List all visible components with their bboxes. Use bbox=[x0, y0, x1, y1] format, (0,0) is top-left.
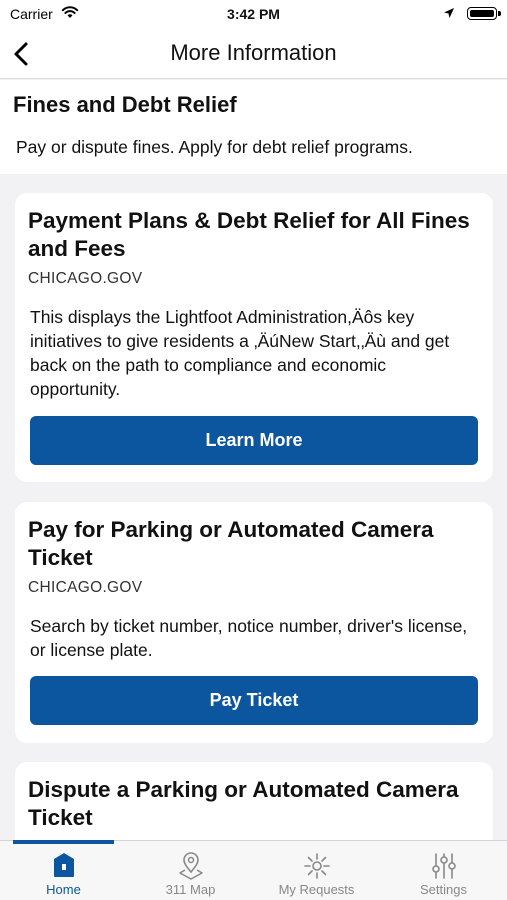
status-time: 3:42 PM bbox=[227, 6, 280, 22]
tab-settings[interactable]: Settings bbox=[393, 841, 494, 900]
status-bar: Carrier 3:42 PM bbox=[0, 0, 507, 30]
learn-more-button[interactable]: Learn More bbox=[30, 416, 478, 465]
battery-icon bbox=[467, 7, 501, 20]
card-title: Payment Plans & Debt Relief for All Fine… bbox=[28, 208, 470, 261]
card-debt-relief: Payment Plans & Debt Relief for All Fine… bbox=[15, 193, 493, 482]
section-header: Fines and Debt Relief Pay or dispute fin… bbox=[0, 80, 507, 174]
card-pay-ticket: Pay for Parking or Automated Camera Tick… bbox=[15, 502, 493, 743]
tab-my-requests[interactable]: My Requests bbox=[266, 841, 367, 900]
section-title: Fines and Debt Relief bbox=[13, 92, 237, 117]
pay-ticket-button[interactable]: Pay Ticket bbox=[30, 676, 478, 725]
card-source: CHICAGO.GOV bbox=[28, 270, 143, 287]
tab-label: Home bbox=[46, 882, 81, 897]
tab-311-map[interactable]: 311 Map bbox=[140, 841, 241, 900]
home-icon bbox=[53, 853, 74, 877]
tab-home[interactable]: Home bbox=[13, 841, 114, 900]
card-description: This displays the Lightfoot Administrati… bbox=[30, 307, 450, 399]
sliders-icon bbox=[431, 853, 456, 879]
card-description: Search by ticket number, notice number, … bbox=[30, 616, 468, 660]
tab-label: Settings bbox=[420, 882, 467, 897]
page-title: More Information bbox=[170, 40, 337, 65]
section-subtitle: Pay or dispute fines. Apply for debt rel… bbox=[16, 137, 413, 157]
tab-label: 311 Map bbox=[165, 882, 216, 897]
requests-icon bbox=[303, 853, 330, 879]
tab-bar: Home 311 Map My Requests Settings bbox=[0, 840, 507, 900]
navigation-bar: More Information bbox=[0, 30, 507, 79]
location-arrow-icon bbox=[444, 8, 454, 18]
map-pin-icon bbox=[178, 852, 203, 880]
card-title: Dispute a Parking or Automated Camera Ti… bbox=[28, 777, 459, 830]
card-source: CHICAGO.GOV bbox=[28, 579, 143, 596]
tab-label: My Requests bbox=[278, 882, 355, 897]
card-title: Pay for Parking or Automated Camera Tick… bbox=[28, 517, 434, 570]
